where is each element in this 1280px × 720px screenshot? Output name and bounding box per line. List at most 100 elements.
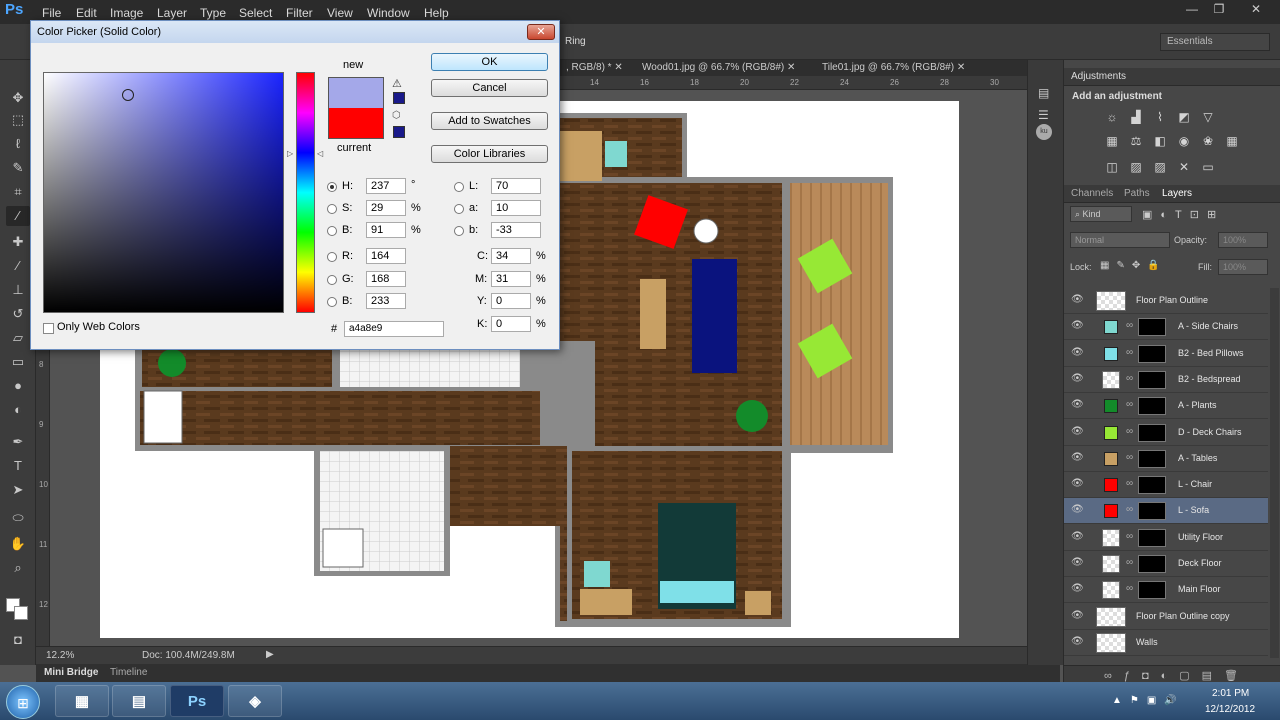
visibility-eye-icon[interactable]: 👁 (1071, 399, 1084, 410)
tab-timeline[interactable]: Timeline (110, 667, 147, 678)
gradient-icon[interactable]: ▭ (6, 352, 30, 372)
invert-icon[interactable]: ◫ (1104, 160, 1120, 174)
doc-tab-wood[interactable]: Wood01.jpg @ 66.7% (RGB/8#) ✕ (642, 62, 795, 76)
dialog-title-bar[interactable]: Color Picker (Solid Color) ✕ (31, 21, 559, 43)
red-radio[interactable] (327, 252, 337, 262)
dialog-close-button[interactable]: ✕ (527, 24, 555, 40)
cancel-button[interactable]: Cancel (431, 79, 548, 97)
layer-fill-swatch[interactable] (1104, 478, 1118, 493)
layer-link-icon[interactable]: ∞ (1126, 504, 1133, 515)
hue-field[interactable]: 237 (366, 178, 406, 194)
color-lookup-icon[interactable]: ▦ (1224, 134, 1240, 148)
layer-link-icon[interactable]: ∞ (1126, 478, 1133, 489)
saturation-radio[interactable] (327, 204, 337, 214)
levels-icon[interactable]: ▟ (1128, 110, 1144, 124)
layer-row[interactable]: 👁 ∞ A - Plants (1064, 393, 1268, 420)
restore-button[interactable]: ❐ (1207, 2, 1231, 18)
lock-icons[interactable]: ▦✎✥🔒 (1100, 260, 1167, 271)
layer-link-icon[interactable]: ∞ (1126, 347, 1133, 358)
current-color-swatch[interactable] (328, 108, 384, 139)
layer-row[interactable]: 👁 ∞ A - Side Chairs (1064, 314, 1268, 341)
menu-help[interactable]: Help (424, 6, 449, 20)
add-to-swatches-button[interactable]: Add to Swatches (431, 112, 548, 130)
only-web-colors-checkbox[interactable] (43, 323, 54, 334)
layer-mask-thumbnail[interactable] (1138, 423, 1166, 442)
tab-paths[interactable]: Paths (1124, 188, 1150, 199)
hex-field[interactable]: a4a8e9 (344, 321, 444, 337)
layer-row[interactable]: 👁 ∞ Deck Floor (1064, 551, 1268, 577)
ok-button[interactable]: OK (431, 53, 548, 71)
lab-a-radio[interactable] (454, 204, 464, 214)
tab-channels[interactable]: Channels (1071, 188, 1113, 199)
layer-filter-icons[interactable]: ▣◐T⊡⊞ (1142, 208, 1224, 221)
close-button[interactable]: ✕ (1244, 2, 1268, 18)
layer-mask-thumbnail[interactable] (1138, 476, 1166, 495)
hue-saturation-icon[interactable]: ▦ (1104, 134, 1120, 148)
layer-link-icon[interactable]: ∞ (1126, 399, 1133, 410)
tab-mini-bridge[interactable]: Mini Bridge (44, 667, 98, 678)
layer-row[interactable]: 👁 ∞ Main Floor (1064, 577, 1268, 604)
green-radio[interactable] (327, 275, 337, 285)
green-field[interactable]: 168 (366, 271, 406, 287)
visibility-eye-icon[interactable]: 👁 (1071, 426, 1084, 437)
magenta-field[interactable]: 31 (491, 271, 531, 287)
opacity-field[interactable]: 100% (1218, 232, 1268, 248)
layer-mask-thumbnail[interactable] (1138, 449, 1166, 468)
explorer-taskbar-icon[interactable]: ▤ (112, 685, 166, 717)
history-brush-icon[interactable]: ↺ (6, 304, 30, 324)
curves-icon[interactable]: ⌇ (1152, 110, 1168, 124)
web-safe-cube-icon[interactable]: ⬡ (392, 110, 401, 121)
tab-adjustments[interactable]: Adjustments (1071, 71, 1126, 82)
layer-filter-select[interactable]: ⌕ Kind (1070, 206, 1132, 222)
layer-row[interactable]: 👁 Walls (1064, 629, 1268, 656)
system-tray-icons[interactable]: ▲⚑▣🔊 (1112, 695, 1185, 706)
layer-row[interactable]: 👁 Floor Plan Outline copy (1064, 603, 1268, 630)
blue-radio[interactable] (327, 297, 337, 307)
crop-icon[interactable]: ⌗ (6, 182, 30, 202)
layer-link-icon[interactable]: ∞ (1126, 320, 1133, 331)
hue-radio[interactable] (327, 182, 337, 192)
layer-fill-swatch[interactable] (1104, 346, 1118, 361)
status-menu-arrow-icon[interactable]: ▶ (266, 649, 274, 660)
layer-link-icon[interactable]: ∞ (1126, 426, 1133, 437)
visibility-eye-icon[interactable]: 👁 (1071, 347, 1084, 358)
layer-mask-thumbnail[interactable] (1138, 581, 1166, 600)
exposure-icon[interactable]: ◩ (1176, 110, 1192, 124)
saturation-brightness-field[interactable] (43, 72, 284, 313)
layer-link-icon[interactable]: ∞ (1126, 452, 1133, 463)
visibility-eye-icon[interactable]: 👁 (1071, 531, 1084, 542)
gradient-map-icon[interactable]: ▭ (1200, 160, 1216, 174)
shape-icon[interactable]: ⬭ (6, 508, 30, 528)
layer-mask-thumbnail[interactable] (1138, 502, 1166, 521)
channel-mixer-icon[interactable]: ❀ (1200, 134, 1216, 148)
menu-select[interactable]: Select (239, 6, 272, 20)
yellow-field[interactable]: 0 (491, 293, 531, 309)
stamp-icon[interactable]: ⊥ (6, 280, 30, 300)
visibility-eye-icon[interactable]: 👁 (1071, 557, 1084, 568)
lab-l-field[interactable]: 70 (491, 178, 541, 194)
layer-link-icon[interactable]: ∞ (1126, 583, 1133, 594)
menu-view[interactable]: View (327, 6, 353, 20)
layer-link-icon[interactable]: ∞ (1126, 557, 1133, 568)
visibility-eye-icon[interactable]: 👁 (1071, 504, 1084, 515)
posterize-icon[interactable]: ▨ (1128, 160, 1144, 174)
blue-field[interactable]: 233 (366, 293, 406, 309)
layer-fill-swatch[interactable] (1104, 425, 1118, 440)
eyedropper-icon[interactable]: ⁄ (6, 206, 30, 226)
tab-layers[interactable]: Layers (1162, 188, 1192, 199)
layer-row[interactable]: 👁 ∞ L - Sofa (1064, 498, 1268, 525)
menu-file[interactable]: File (42, 6, 61, 20)
layer-row[interactable]: 👁 ∞ B2 - Bed Pillows (1064, 340, 1268, 367)
layer-mask-thumbnail[interactable] (1138, 397, 1166, 416)
gamut-warning-icon[interactable]: ⚠ (392, 77, 402, 90)
path-select-icon[interactable]: ➤ (6, 480, 30, 500)
lab-a-field[interactable]: 10 (491, 200, 541, 216)
layer-row[interactable]: 👁 Floor Plan Outline (1064, 288, 1268, 314)
saturation-field[interactable]: 29 (366, 200, 406, 216)
layer-fill-swatch[interactable] (1104, 504, 1118, 519)
layer-link-icon[interactable]: ∞ (1126, 373, 1133, 384)
layer-fill-swatch[interactable] (1104, 320, 1118, 335)
menu-filter[interactable]: Filter (286, 6, 313, 20)
layer-row[interactable]: 👁 ∞ Utility Floor (1064, 524, 1268, 551)
brightness-icon[interactable]: ☼ (1104, 110, 1120, 124)
